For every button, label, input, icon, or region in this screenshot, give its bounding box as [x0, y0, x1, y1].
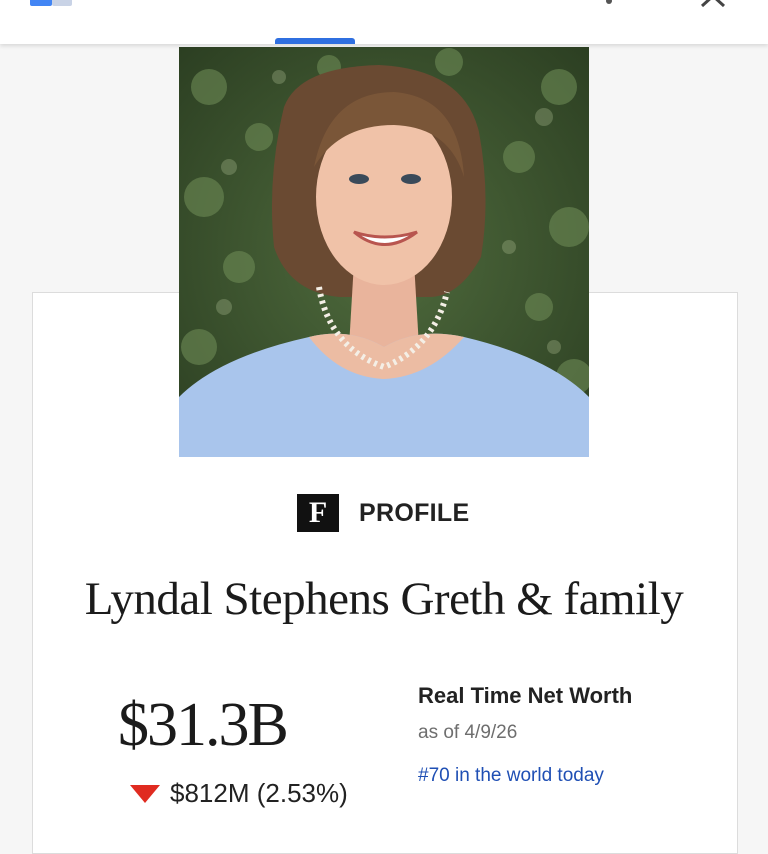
- as-of-date: as of 4/9/26: [418, 722, 518, 743]
- person-name: Lyndal Stephens Greth & family: [84, 573, 684, 625]
- overflow-menu-icon[interactable]: [606, 0, 612, 4]
- top-app-bar: [0, 0, 768, 44]
- close-icon[interactable]: [698, 0, 728, 10]
- down-arrow-icon: [130, 784, 160, 803]
- portrait-photo: [179, 47, 589, 457]
- net-worth-value: $31.3B: [118, 691, 289, 759]
- google-app-icon[interactable]: [28, 0, 78, 12]
- world-rank-link[interactable]: #70 in the world today: [418, 765, 604, 787]
- net-worth-change: $812M (2.53%): [128, 778, 348, 809]
- change-amount: $812M (2.53%): [170, 778, 348, 808]
- active-tab-indicator: [275, 38, 355, 44]
- forbes-logo-icon: F: [297, 494, 339, 532]
- section-label: PROFILE: [359, 498, 470, 527]
- real-time-net-worth-title: Real Time Net Worth: [418, 683, 633, 708]
- profile-header: F PROFILE: [297, 493, 469, 533]
